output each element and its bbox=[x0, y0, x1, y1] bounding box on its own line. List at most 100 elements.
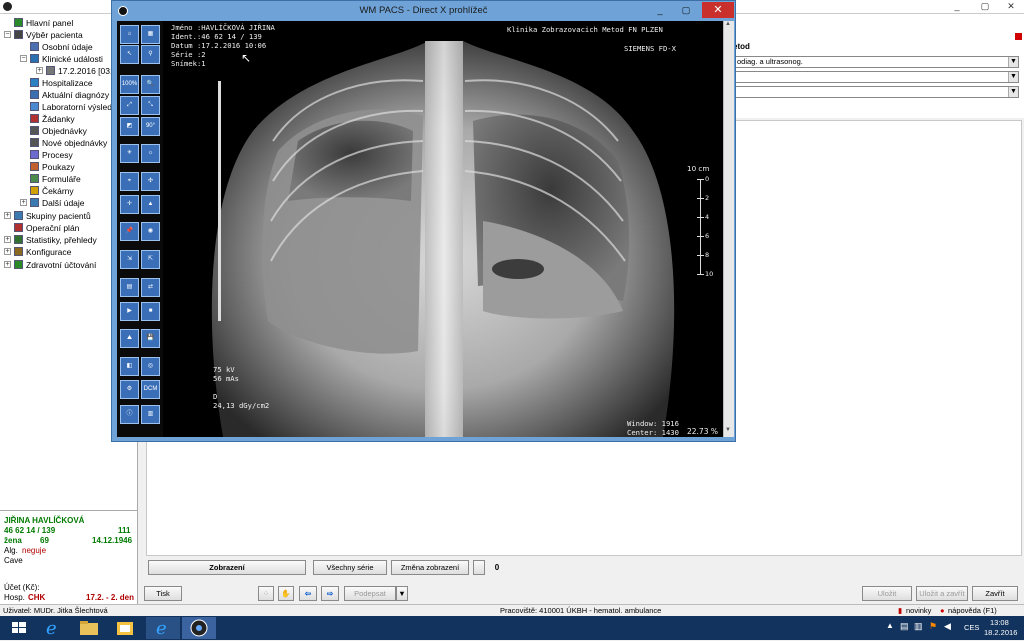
xray-image-viewport[interactable]: Jméno :HAVLÍČKOVÁ JIŘINA Ident.:46 62 14… bbox=[163, 21, 723, 437]
printer-icon[interactable]: ▤ bbox=[900, 621, 909, 632]
tree-item-config[interactable]: Konfigurace bbox=[14, 246, 71, 258]
tertiary-combo[interactable]: ▼ bbox=[733, 86, 1019, 98]
chevron-down-icon[interactable]: ▼ bbox=[1008, 57, 1018, 67]
zoom-icon[interactable]: 🔍 bbox=[141, 75, 160, 94]
tree-item-events[interactable]: Klinické události bbox=[30, 53, 103, 65]
export-icon[interactable]: ⇱ bbox=[141, 250, 160, 269]
clock-date[interactable]: 18.2.2016 bbox=[984, 628, 1017, 637]
pin-icon[interactable]: 📌 bbox=[120, 222, 139, 241]
stop-icon[interactable]: ■ bbox=[141, 302, 160, 321]
main-close-button[interactable]: ✕ bbox=[998, 0, 1024, 12]
histogram-icon[interactable]: ⛰ bbox=[120, 329, 139, 348]
settings-icon[interactable]: ⚙ bbox=[120, 380, 139, 399]
table-icon[interactable]: ▤ bbox=[120, 278, 139, 297]
scroll-up-icon[interactable]: ▲ bbox=[725, 21, 731, 27]
pacs-close-button[interactable]: ✕ bbox=[702, 2, 734, 18]
scroll-down-icon[interactable]: ▼ bbox=[725, 427, 731, 433]
magnifier-icon[interactable]: ⚲ bbox=[141, 45, 160, 64]
windows-start-icon[interactable] bbox=[2, 617, 36, 639]
app-shortcut-icon[interactable] bbox=[108, 617, 142, 639]
expand-icon[interactable]: + bbox=[36, 67, 43, 74]
tree-item-lab[interactable]: Laboratorní výsled bbox=[30, 101, 112, 113]
home-icon[interactable]: ⌂ bbox=[120, 25, 139, 44]
eye-icon[interactable]: ◉ bbox=[141, 222, 160, 241]
chevron-down-icon[interactable]: ▼ bbox=[1008, 72, 1018, 82]
tree-item-calendar[interactable]: 17.2.2016 [031: bbox=[46, 65, 117, 77]
pan-icon[interactable]: ✣ bbox=[141, 172, 160, 191]
expand-icon[interactable]: + bbox=[20, 199, 27, 206]
tree-item-groups[interactable]: Skupiny pacientů bbox=[14, 210, 91, 222]
display-button[interactable]: Zobrazení bbox=[148, 560, 306, 575]
chevron-down-icon[interactable]: ▼ bbox=[1008, 87, 1018, 97]
hand-icon[interactable]: ✋ bbox=[278, 586, 294, 601]
pacs-minimize-button[interactable]: _ bbox=[647, 2, 673, 18]
tree-item-more[interactable]: Další údaje bbox=[30, 197, 85, 209]
tree-item-form[interactable]: Formuláře bbox=[30, 173, 81, 185]
invert-icon[interactable]: ◩ bbox=[120, 117, 139, 136]
tray-arrow-icon[interactable]: ▲ bbox=[886, 621, 894, 630]
news-icon[interactable]: ▮ bbox=[898, 605, 902, 616]
ie-active-icon[interactable]: e bbox=[146, 617, 180, 639]
measure-icon[interactable]: ▲ bbox=[141, 195, 160, 214]
circle-icon[interactable]: ◎ bbox=[141, 357, 160, 376]
tree-item-request[interactable]: Žádanky bbox=[30, 113, 75, 125]
tree-item-waiting[interactable]: Čekárny bbox=[30, 185, 74, 197]
save-icon[interactable]: 💾 bbox=[141, 329, 160, 348]
tree-item-diagnosis[interactable]: Aktuální diagnózy bbox=[30, 89, 109, 101]
volume-icon[interactable]: ◀ bbox=[944, 621, 951, 632]
sign-dropdown-chevron-icon[interactable]: ▼ bbox=[396, 586, 408, 601]
play-pause-icon[interactable]: ▶ bbox=[120, 302, 139, 321]
brightness-icon[interactable]: ☀ bbox=[120, 144, 139, 163]
zoom-100-icon[interactable]: 100% bbox=[120, 75, 139, 94]
crosshair-icon[interactable]: ⌖ bbox=[120, 172, 139, 191]
close-button[interactable]: Zavřít bbox=[972, 586, 1018, 601]
save-close-button[interactable]: Uložit a zavřít bbox=[916, 586, 968, 601]
expand-icon[interactable]: + bbox=[4, 261, 11, 268]
sign-button[interactable]: Podepsat bbox=[344, 586, 396, 601]
tree-item-process[interactable]: Procesy bbox=[30, 149, 73, 161]
pointer-icon[interactable]: ↖ bbox=[120, 45, 139, 64]
pacs-viewer-window[interactable]: WM PACS - Direct X prohlížeč _ ▢ ✕ ⌂ ▦ ↖ ⚲ 1… bbox=[111, 0, 736, 442]
arrow-left-icon[interactable]: ⇦ bbox=[299, 586, 317, 601]
tree-item-patient[interactable]: Výběr pacienta bbox=[14, 29, 83, 41]
all-series-button[interactable]: Všechny série bbox=[313, 560, 387, 575]
dicom-icon[interactable]: DCM bbox=[141, 380, 160, 399]
move-icon[interactable]: ✛ bbox=[120, 195, 139, 214]
expand-icon[interactable]: ⤡ bbox=[141, 96, 160, 115]
series-checkbox[interactable] bbox=[473, 560, 485, 575]
ie-icon[interactable]: e bbox=[36, 617, 70, 639]
tree-item-new-orders[interactable]: Nové objednávky bbox=[30, 137, 107, 149]
tree-item-billing[interactable]: Zdravotní účtování bbox=[14, 259, 96, 271]
expand-icon[interactable]: + bbox=[4, 248, 11, 255]
keyboard-language[interactable]: CES bbox=[964, 623, 979, 632]
change-display-button[interactable]: Změna zobrazení bbox=[391, 560, 469, 575]
expand-icon[interactable]: + bbox=[4, 236, 11, 243]
news-link[interactable]: novinky bbox=[906, 605, 931, 616]
fit-icon[interactable]: ⤢ bbox=[120, 96, 139, 115]
tree-item-home[interactable]: Hlavní panel bbox=[14, 17, 73, 29]
network-icon[interactable]: ▥ bbox=[914, 621, 923, 632]
tree-item-orders[interactable]: Objednávky bbox=[30, 125, 87, 137]
clock-time[interactable]: 13:08 bbox=[990, 618, 1009, 627]
pacs-viewer-taskbar-icon[interactable] bbox=[182, 617, 216, 639]
secondary-combo[interactable]: ▼ bbox=[733, 71, 1019, 83]
swap-icon[interactable]: ⇄ bbox=[141, 278, 160, 297]
save-button[interactable]: Uložit bbox=[862, 586, 912, 601]
contrast-icon[interactable]: ☼ bbox=[141, 144, 160, 163]
collapse-icon[interactable]: − bbox=[20, 55, 27, 62]
help-link[interactable]: nápověda (F1) bbox=[948, 605, 997, 616]
tree-item-stats[interactable]: Statistiky, přehledy bbox=[14, 234, 97, 246]
tree-item-voucher[interactable]: Poukazy bbox=[30, 161, 75, 173]
print-button[interactable]: Tisk bbox=[144, 586, 182, 601]
method-combo[interactable]: odiag. a ultrasonog. ▼ bbox=[733, 56, 1019, 68]
help-icon[interactable]: ● bbox=[940, 605, 945, 616]
tree-item-person[interactable]: Osobní údaje bbox=[30, 41, 93, 53]
window-level-icon[interactable]: ◧ bbox=[120, 357, 139, 376]
info-icon[interactable]: ⓘ bbox=[120, 405, 139, 424]
stamp-icon[interactable]: ⁘ bbox=[258, 586, 274, 601]
grid-layout-icon[interactable]: ▦ bbox=[141, 25, 160, 44]
import-icon[interactable]: ⇲ bbox=[120, 250, 139, 269]
pacs-maximize-button[interactable]: ▢ bbox=[673, 2, 699, 18]
viewer-scrollbar[interactable]: ▲ ▼ bbox=[723, 21, 734, 437]
tree-item-operating[interactable]: Operační plán bbox=[14, 222, 79, 234]
